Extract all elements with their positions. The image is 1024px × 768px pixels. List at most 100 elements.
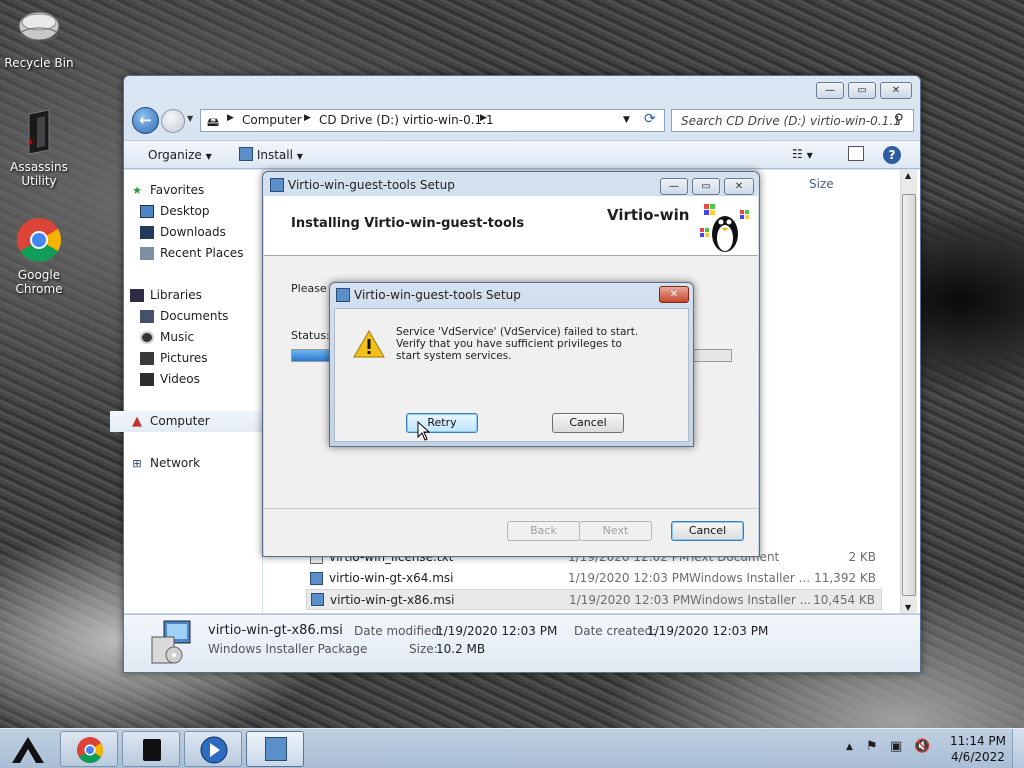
nav-network[interactable]: ⊞ Network [110,453,263,474]
dialog-setup-icon [336,288,350,302]
file-name: virtio-win-gt-x64.msi [329,571,454,585]
forward-button[interactable] [161,109,185,133]
refresh-icon[interactable]: ⟳ [644,111,656,127]
details-pane: virtio-win-gt-x86.msi Windows Installer … [124,614,920,672]
breadcrumb-separator[interactable]: ▶ [480,113,487,123]
view-options-icon[interactable]: ☷ ▼ [792,147,813,161]
desktop-icon-recycle-bin[interactable]: Recycle Bin [0,4,78,70]
breadcrumb-computer[interactable]: Computer [242,113,302,127]
nav-music[interactable]: Music [110,327,263,348]
command-bar: Organize ▼ Install ▼ ☷ ▼ ? [124,140,920,169]
show-hidden-icons[interactable]: ▲ [846,742,853,752]
msi-icon [310,572,323,585]
chrome-icon [15,216,63,264]
details-file-name: virtio-win-gt-x86.msi [208,623,343,638]
volume-muted-icon[interactable]: 🔇 [914,739,930,754]
show-desktop-button[interactable] [1012,729,1024,768]
search-placeholder: Search CD Drive (D:) virtio-win-0.1.1 [681,114,901,128]
breadcrumb-cd-drive[interactable]: CD Drive (D:) virtio-win-0.1.1 [319,113,494,127]
address-dropdown-icon[interactable]: ▼ [623,115,630,125]
organize-menu[interactable]: Organize ▼ [148,148,212,162]
chrome-icon [77,737,104,764]
computer-icon: ▲ [132,414,142,429]
taskbar-setup[interactable] [246,731,304,767]
close-button[interactable]: ✕ [880,82,912,99]
downloads-icon [140,226,154,239]
installer-icon [265,737,287,761]
scroll-down-arrow[interactable]: ▼ [905,603,911,612]
setup-status-label: Status: [291,329,330,342]
scroll-thumb[interactable] [902,194,916,596]
desktop-icon-label: Google Chrome [15,268,63,296]
vertical-scrollbar[interactable]: ▲ ▼ [900,170,917,613]
next-button[interactable]: Next [579,521,652,541]
nav-libraries[interactable]: Libraries [110,285,263,306]
desktop-icon-assassins-utility[interactable]: Assassins Utility [0,108,78,188]
setup-close-button[interactable]: ✕ [724,178,754,195]
preview-pane-icon[interactable] [848,146,864,161]
file-date: 1/19/2020 12:03 PM [568,571,690,585]
nav-recent-places[interactable]: Recent Places [110,243,263,264]
file-date: 1/19/2020 12:03 PM [569,593,691,607]
music-icon [140,331,154,344]
nav-documents[interactable]: Documents [110,306,263,327]
dialog-cancel-button[interactable]: Cancel [552,413,624,433]
mouse-cursor-icon [417,420,431,441]
tray-date[interactable]: 4/6/2022 [951,750,1005,764]
nav-favorites[interactable]: ★ Favorites [110,180,263,201]
breadcrumb-separator[interactable]: ▶ [304,113,311,123]
setup-minimize-button[interactable]: — [660,178,688,195]
nav-computer[interactable]: ▲ Computer [110,411,263,432]
error-message: Service 'VdService' (VdService) failed t… [396,326,639,362]
taskbar-media-player[interactable] [184,731,242,767]
network-icon: ⊞ [132,457,142,470]
star-icon: ★ [132,184,142,197]
minimize-button[interactable]: — [816,82,844,99]
installer-icon [239,147,253,161]
network-tray-icon[interactable]: ▣ [890,739,902,754]
error-dialog-close-button[interactable]: ✕ [659,286,689,303]
details-label: Date modified: [354,624,444,638]
nav-label: Favorites [150,183,205,197]
start-button[interactable] [8,733,48,765]
desktop-icon-label: Recycle Bin [4,56,74,70]
back-button[interactable]: ← [132,107,159,134]
search-input[interactable]: Search CD Drive (D:) virtio-win-0.1.1 ⚲ [671,109,914,132]
scroll-up-arrow[interactable]: ▲ [905,171,911,180]
setup-maximize-button[interactable]: ▭ [692,178,720,195]
file-size: 2 KB [848,550,876,564]
install-label: Install [256,148,293,162]
maximize-button[interactable]: ▭ [848,82,876,99]
tray-time[interactable]: 11:14 PM [950,734,1006,748]
install-button[interactable]: Install ▼ [239,147,303,162]
breadcrumb-separator[interactable]: ▶ [227,113,234,123]
back-arrow-icon: ← [139,111,152,129]
file-row-selected[interactable]: virtio-win-gt-x86.msi 1/19/2020 12:03 PM… [306,589,882,610]
nav-pictures[interactable]: Pictures [110,348,263,369]
nav-label: Pictures [160,351,208,365]
back-button[interactable]: Back [507,521,580,541]
file-name: virtio-win-gt-x86.msi [330,593,455,607]
help-icon[interactable]: ? [883,146,901,164]
setup-cancel-button[interactable]: Cancel [671,521,744,541]
warning-icon [353,329,385,359]
address-bar[interactable]: 🖴 ▶ Computer ▶ CD Drive (D:) virtio-win-… [200,109,665,132]
nav-desktop[interactable]: Desktop [110,201,263,222]
msi-icon [311,593,324,606]
nav-downloads[interactable]: Downloads [110,222,263,243]
recycle-bin-icon [15,4,63,52]
desktop-icon-google-chrome[interactable]: Google Chrome [0,216,78,296]
nav-videos[interactable]: Videos [110,369,263,390]
recent-pages-dropdown[interactable]: ▼ [187,114,193,123]
videos-icon [140,373,154,386]
details-file-type: Windows Installer Package [208,642,368,656]
action-center-flag-icon[interactable]: ⚑ [866,739,878,754]
taskbar-chrome[interactable] [60,731,118,767]
taskbar-app[interactable] [122,731,180,767]
search-icon[interactable]: ⚲ [894,112,904,127]
setup-heading: Installing Virtio-win-guest-tools [291,216,525,231]
column-header-size[interactable]: Size [809,177,834,191]
file-row[interactable]: virtio-win-gt-x64.msi 1/19/2020 12:03 PM… [306,568,882,589]
media-player-icon [200,736,228,764]
error-dialog: Virtio-win-guest-tools Setup ✕ Service '… [329,282,694,447]
